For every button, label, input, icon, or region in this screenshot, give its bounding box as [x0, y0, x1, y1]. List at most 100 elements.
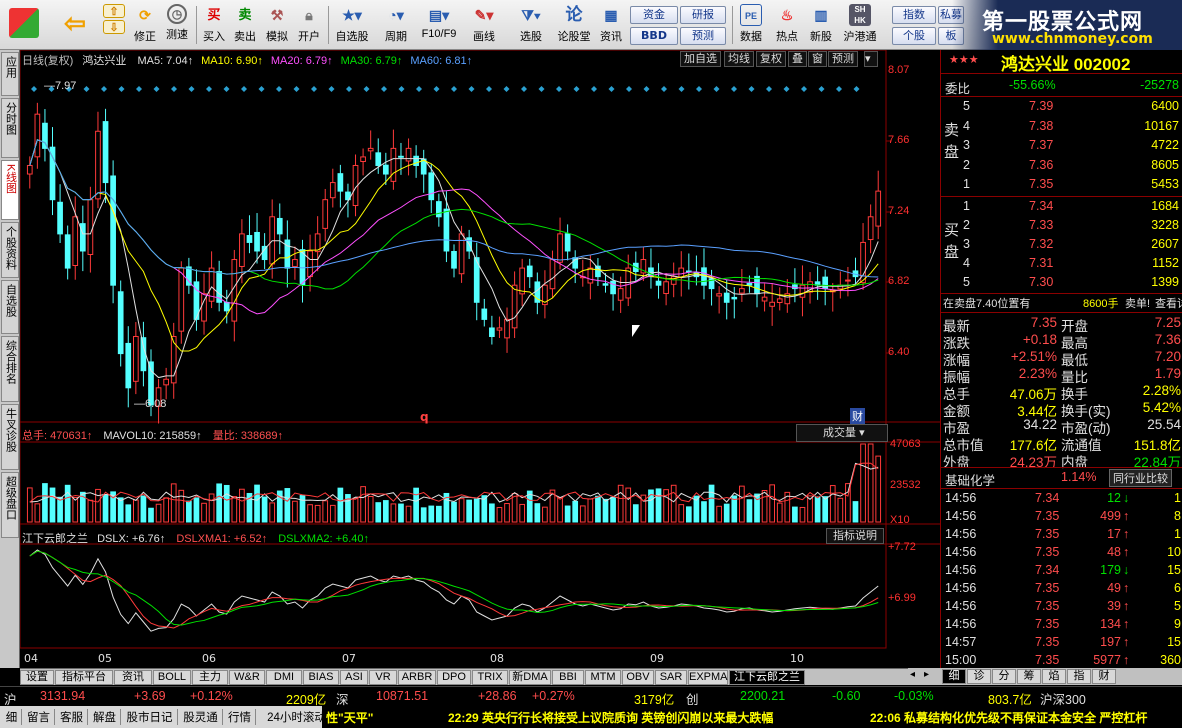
stock-pill[interactable]: 个股	[892, 27, 936, 45]
side-tab-diagnosis[interactable]: 牛叉诊股	[1, 404, 19, 470]
toolbar-button-10[interactable]: ⧩▾ 选股	[510, 3, 552, 47]
finance-marker[interactable]: 财	[850, 408, 865, 424]
signal-diamond	[503, 86, 510, 92]
status-link[interactable]: 解盘	[89, 709, 121, 725]
detail-tab[interactable]: 焰	[1042, 669, 1066, 684]
fund-pill[interactable]: 资金	[630, 6, 678, 24]
detail-tab[interactable]: 指	[1067, 669, 1091, 684]
tick-count: 360	[1160, 653, 1181, 667]
book-row[interactable]: 3 7.32 2607	[941, 236, 1182, 254]
indicator-tab[interactable]: 新DMA	[509, 670, 551, 685]
scroll-right-icon[interactable]: ▸	[924, 669, 929, 680]
toolbar-button-4[interactable]: ⚒ 模拟	[262, 3, 292, 47]
toolbar-button-12[interactable]: ▦ 资讯	[596, 3, 626, 47]
indicator-tab[interactable]: ARBR	[398, 670, 436, 685]
indicator-tab[interactable]: W&R	[229, 670, 265, 685]
book-volume: 4722	[1151, 138, 1179, 152]
indicator-help-button[interactable]: 指标说明	[826, 528, 884, 544]
detail-tab[interactable]: 财	[1092, 669, 1116, 684]
book-row[interactable]: 2 7.33 3228	[941, 217, 1182, 235]
side-tab-profile[interactable]: 个股资料	[1, 222, 19, 278]
side-tab-apps[interactable]: 应用	[1, 52, 19, 96]
news-item[interactable]: 22:29 英央行行长将接受上议院质询 英镑创闪崩以来最大跌幅	[448, 709, 773, 726]
candle	[34, 113, 41, 158]
toolbar-button-8[interactable]: ▤▾ F10/F9	[418, 3, 460, 47]
tab-scroll[interactable]: ◂ ▸	[908, 668, 940, 685]
indicator-tab[interactable]: TRIX	[472, 670, 508, 685]
book-row[interactable]: 1 7.34 1684	[941, 198, 1182, 216]
toolbar-button-16[interactable]: SH HK 沪港通	[840, 3, 880, 47]
indicator-tab[interactable]: BIAS	[303, 670, 339, 685]
book-row[interactable]: 5 7.39 6400	[941, 98, 1182, 116]
toolbar-button-6[interactable]: ★▾ 自选股	[332, 3, 372, 47]
toolbar-button-13[interactable]: PE 数据	[736, 3, 766, 47]
back-button[interactable]: ⇦	[54, 3, 96, 47]
indicator-tab[interactable]: 指标平台	[55, 670, 113, 685]
indicator-tab[interactable]: OBV	[622, 670, 654, 685]
indicator-tab[interactable]: 设置	[20, 670, 54, 685]
order-note-row[interactable]: 在卖盘7.40位置有 8600手 卖单! 查看详细	[941, 294, 1182, 312]
toolbar-button-1[interactable]: ◷ 测速	[162, 3, 192, 47]
q-marker[interactable]: q	[420, 410, 429, 424]
indicator-tab[interactable]: 主力	[192, 670, 228, 685]
indicator-tab[interactable]: DPO	[437, 670, 471, 685]
toolbar-button-5[interactable]: 🔒︎ 开户	[294, 3, 324, 47]
toolbar-button-7[interactable]: ◔▾ 周期	[376, 3, 416, 47]
toolbar-button-2[interactable]: 买买入	[200, 3, 228, 47]
sh-index[interactable]: 3131.94	[40, 689, 85, 703]
side-tab-intraday[interactable]: 分时图	[1, 98, 19, 158]
bbd-pill[interactable]: BBD	[630, 27, 678, 45]
detail-tab[interactable]: 诊	[967, 669, 991, 684]
indicator-tab[interactable]: 资讯	[114, 670, 152, 685]
kline-chart-area[interactable]: 日线(复权) 鸿达兴业 MA5: 7.04↑ MA10: 6.90↑ MA20: 6…	[20, 50, 940, 668]
news-ticker[interactable]: 性"天平" 22:29 英央行行长将接受上议院质询 英镑创闪崩以来最大跌幅 22…	[322, 706, 1182, 728]
indicator-tab[interactable]: MTM	[585, 670, 621, 685]
side-tab-level2[interactable]: 超级盘口	[1, 472, 19, 538]
book-row[interactable]: 5 7.30 1399	[941, 274, 1182, 292]
indicator-tab[interactable]: ASI	[340, 670, 368, 685]
status-link[interactable]: 细	[2, 709, 22, 725]
detail-tab[interactable]: 筹	[1017, 669, 1041, 684]
tick-time: 14:57	[945, 635, 977, 649]
status-link[interactable]: 股市日记	[122, 709, 178, 725]
toolbar-button-15[interactable]: ▥ 新股	[806, 3, 836, 47]
book-row[interactable]: 1 7.35 5453	[941, 176, 1182, 194]
side-tab-kline[interactable]: K线图	[1, 160, 19, 220]
toolbar-button-3[interactable]: 卖卖出	[231, 3, 259, 47]
volume-indicator-dropdown[interactable]: 成交量 ▾	[796, 424, 888, 442]
book-row[interactable]: 2 7.36 8605	[941, 157, 1182, 175]
indicator-tab[interactable]: EXPMA	[688, 670, 728, 685]
scroll-left-icon[interactable]: ◂	[910, 669, 915, 680]
status-link[interactable]: 留言	[23, 709, 55, 725]
kline-svg[interactable]	[20, 50, 940, 668]
toolbar-button-14[interactable]: ♨ 热点	[770, 3, 804, 47]
toolbar-button-11[interactable]: 论论股堂	[554, 3, 594, 47]
toolbar-button-0[interactable]: ⟳ 修正	[130, 3, 160, 47]
side-tab-watchlist[interactable]: 自选股	[1, 280, 19, 334]
status-link[interactable]: 客服	[56, 709, 88, 725]
forecast-pill[interactable]: 预测	[680, 27, 726, 45]
scroll-up-down-button[interactable]: ⇧ ⇩	[100, 3, 128, 47]
news-item[interactable]: 22:06 私募结构化优先级不再保证本金安全 严控杠杆	[870, 709, 1182, 726]
indicator-tab[interactable]: 江下云郎之兰	[729, 670, 805, 685]
cy-index[interactable]: 2200.21	[740, 689, 785, 703]
peer-compare-button[interactable]: 同行业比较	[1109, 469, 1172, 487]
side-tab-ranking[interactable]: 综合排名	[1, 336, 19, 402]
indicator-tab[interactable]: VR	[369, 670, 397, 685]
indicator-tab[interactable]: BOLL	[153, 670, 191, 685]
indicator-tab[interactable]: BBI	[552, 670, 584, 685]
status-link[interactable]: 股灵通	[179, 709, 223, 725]
detail-tab[interactable]: 分	[992, 669, 1016, 684]
book-row[interactable]: 4 7.31 1152	[941, 255, 1182, 273]
sz-index[interactable]: 10871.51	[376, 689, 428, 703]
research-pill[interactable]: 研报	[680, 6, 726, 24]
book-row[interactable]: 4 7.38 10167	[941, 118, 1182, 136]
status-link[interactable]: 行情	[224, 709, 256, 725]
detail-tab[interactable]: 细	[942, 669, 966, 684]
book-row[interactable]: 3 7.37 4722	[941, 137, 1182, 155]
app-logo-icon[interactable]	[4, 3, 44, 47]
index-pill[interactable]: 指数	[892, 6, 936, 24]
toolbar-button-9[interactable]: ✎▾ 画线	[462, 3, 506, 47]
indicator-tab[interactable]: SAR	[655, 670, 687, 685]
indicator-tab[interactable]: DMI	[266, 670, 302, 685]
